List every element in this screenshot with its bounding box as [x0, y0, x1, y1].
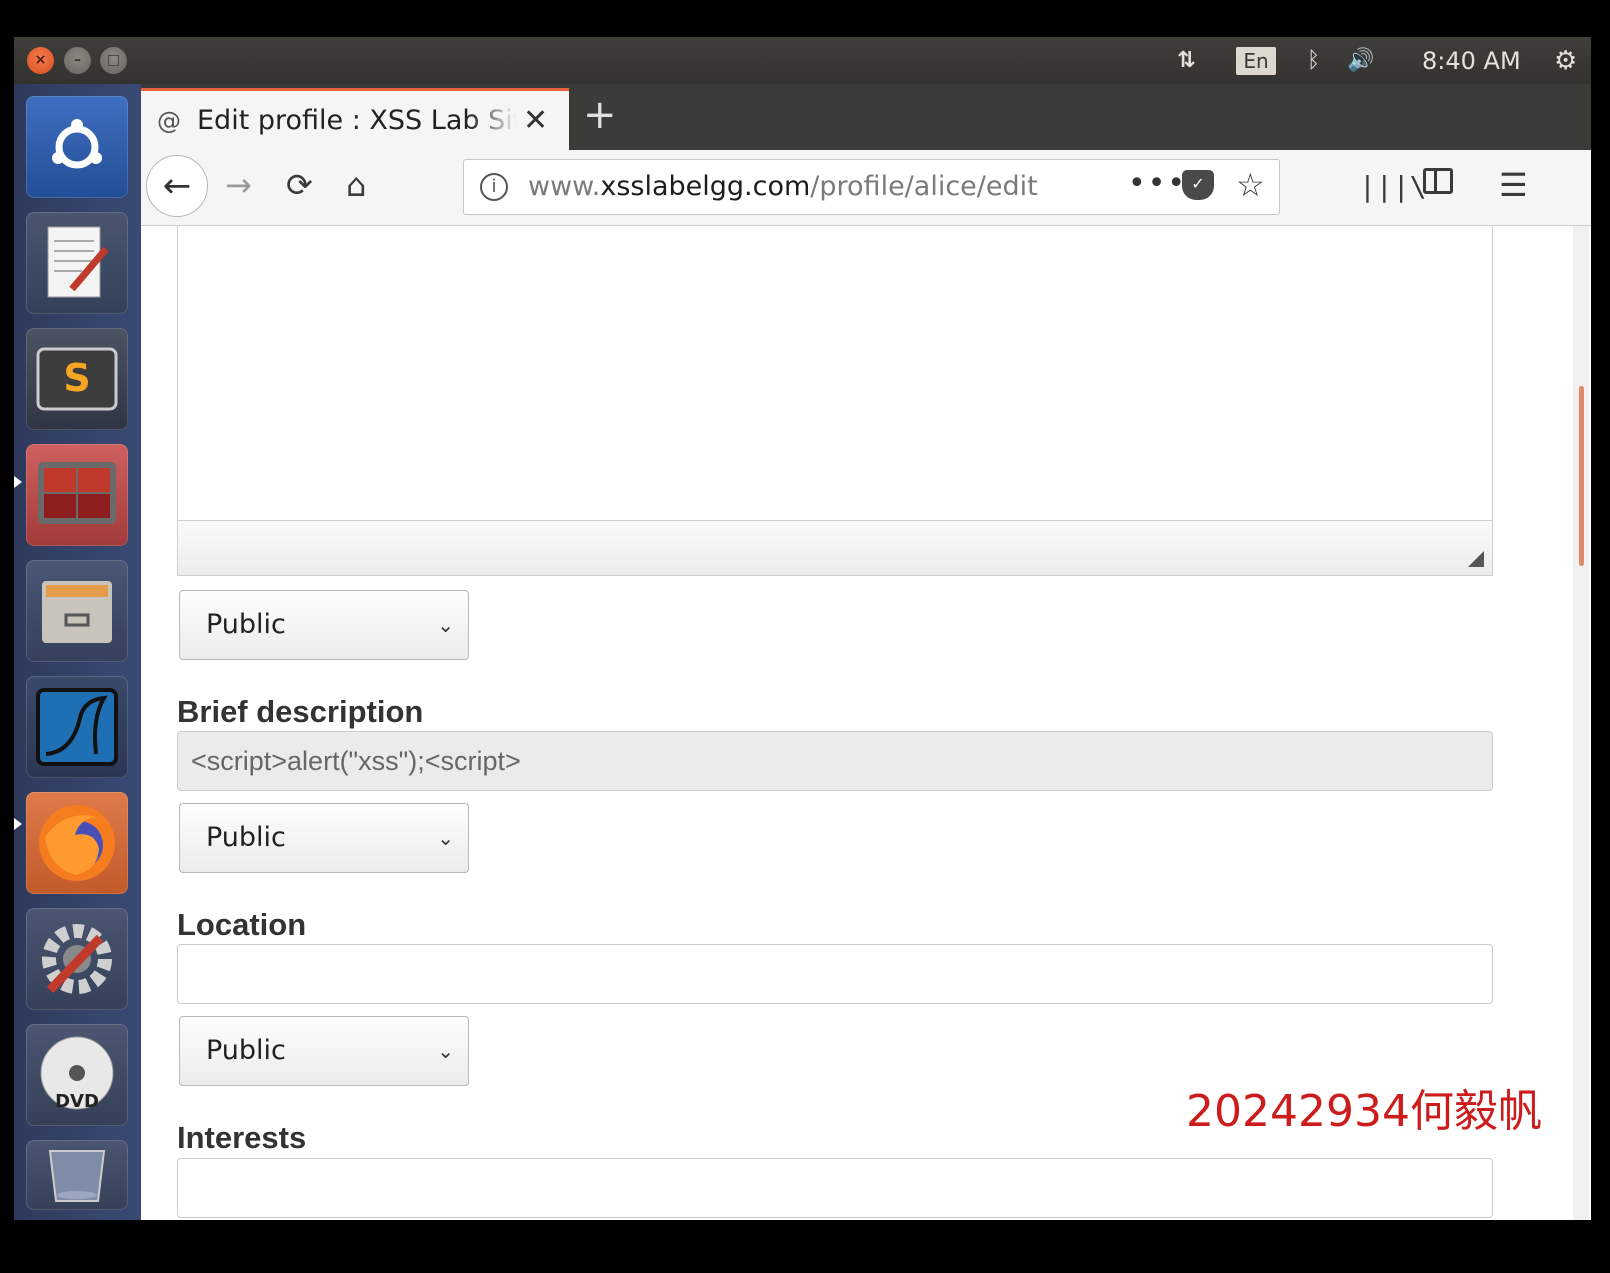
access-select-value: Public — [206, 609, 286, 640]
interests-label: Interests — [177, 1120, 307, 1155]
bluetooth-icon[interactable]: ᛒ — [1307, 45, 1320, 77]
tab-strip: @ Edit profile : XSS Lab Site ✕ + — [141, 84, 1591, 150]
svg-text:DVD: DVD — [55, 1091, 99, 1112]
chevron-down-icon: ⌄ — [437, 613, 454, 637]
site-favicon-icon: @ — [157, 106, 181, 135]
tab-title: Edit profile : XSS Lab Site — [197, 105, 517, 136]
bookmark-star-icon[interactable]: ☆ — [1236, 166, 1265, 204]
interests-input[interactable] — [177, 1158, 1493, 1218]
wireshark-icon[interactable] — [26, 676, 128, 778]
keyboard-layout-indicator[interactable]: En — [1236, 47, 1276, 75]
files-icon[interactable] — [26, 560, 128, 662]
page-scrollbar[interactable] — [1573, 226, 1589, 1220]
window-maximize-button[interactable]: □ — [100, 47, 127, 74]
scrollbar-thumb[interactable] — [1579, 386, 1584, 566]
site-info-icon[interactable]: i — [480, 173, 508, 201]
editor-status-bar — [178, 520, 1492, 575]
svg-text:S: S — [63, 356, 90, 400]
tab-close-icon[interactable]: ✕ — [523, 103, 548, 138]
url-path: /profile/alice/edit — [810, 171, 1038, 202]
system-gear-icon[interactable]: ⚙ — [1554, 45, 1577, 77]
terminal-icon[interactable] — [26, 444, 128, 546]
location-access-select[interactable]: Public ⌄ — [179, 1016, 469, 1086]
location-label: Location — [177, 907, 307, 942]
top-panel: × – □ ⇅ En ᛒ 🔊 8:40 AM ⚙ — [14, 37, 1591, 84]
page-content: Public ⌄ Brief description <script>alert… — [141, 226, 1591, 1220]
url-prefix: www. — [528, 171, 601, 202]
chevron-down-icon: ⌄ — [437, 1039, 454, 1063]
trash-icon[interactable] — [26, 1140, 128, 1210]
access-select-value: Public — [206, 822, 286, 853]
brief-description-access-select[interactable]: Public ⌄ — [179, 803, 469, 873]
tab-edit-profile[interactable]: @ Edit profile : XSS Lab Site ✕ — [141, 88, 569, 150]
watermark-text: 20242934何毅帆 — [1186, 1086, 1542, 1137]
resize-grip-icon[interactable] — [1468, 551, 1484, 567]
chevron-down-icon: ⌄ — [437, 826, 454, 850]
network-icon[interactable]: ⇅ — [1177, 45, 1195, 77]
library-icon[interactable]: |||\ — [1359, 170, 1426, 203]
new-tab-button[interactable]: + — [583, 92, 617, 138]
url-domain: xsslabelgg.com — [600, 171, 811, 202]
system-settings-icon[interactable] — [26, 908, 128, 1010]
forward-button[interactable]: → — [225, 166, 252, 204]
url-bar[interactable]: i www.xsslabelgg.com/profile/alice/edit … — [463, 159, 1280, 215]
pocket-icon[interactable]: ✓ — [1182, 170, 1214, 200]
dvd-icon[interactable]: DVD — [26, 1024, 128, 1126]
home-button[interactable]: ⌂ — [346, 166, 366, 204]
clock[interactable]: 8:40 AM — [1422, 45, 1521, 77]
window-minimize-button[interactable]: – — [64, 47, 91, 74]
access-select-value: Public — [206, 1035, 286, 1066]
about-me-access-select[interactable]: Public ⌄ — [179, 590, 469, 660]
hamburger-menu-icon[interactable]: ☰ — [1499, 166, 1528, 204]
brief-description-label: Brief description — [177, 694, 424, 729]
url-text[interactable]: www.xsslabelgg.com/profile/alice/edit — [528, 171, 1038, 202]
firefox-icon[interactable] — [26, 792, 128, 894]
back-button[interactable]: ← — [146, 155, 208, 217]
brief-description-input[interactable]: <script>alert("xss");<script> — [177, 731, 1493, 791]
ubuntu-dash-icon[interactable] — [26, 96, 128, 198]
reload-button[interactable]: ⟳ — [286, 166, 313, 204]
window-close-button[interactable]: × — [27, 47, 54, 74]
page-actions-icon[interactable]: ••• — [1128, 166, 1187, 201]
navigation-toolbar: ← → ⟳ ⌂ i www.xsslabelgg.com/profile/ali… — [141, 150, 1591, 226]
volume-icon[interactable]: 🔊 — [1347, 45, 1374, 77]
sublime-text-icon[interactable]: S — [26, 328, 128, 430]
sidebar-icon[interactable] — [1423, 168, 1453, 194]
running-indicator — [14, 476, 22, 488]
about-me-editor[interactable] — [177, 226, 1493, 576]
firefox-window: @ Edit profile : XSS Lab Site ✕ + ← → ⟳ … — [141, 84, 1591, 1220]
launcher: S DVD — [14, 84, 141, 1220]
location-input[interactable] — [177, 944, 1493, 1004]
running-indicator — [14, 818, 22, 830]
text-editor-icon[interactable] — [26, 212, 128, 314]
